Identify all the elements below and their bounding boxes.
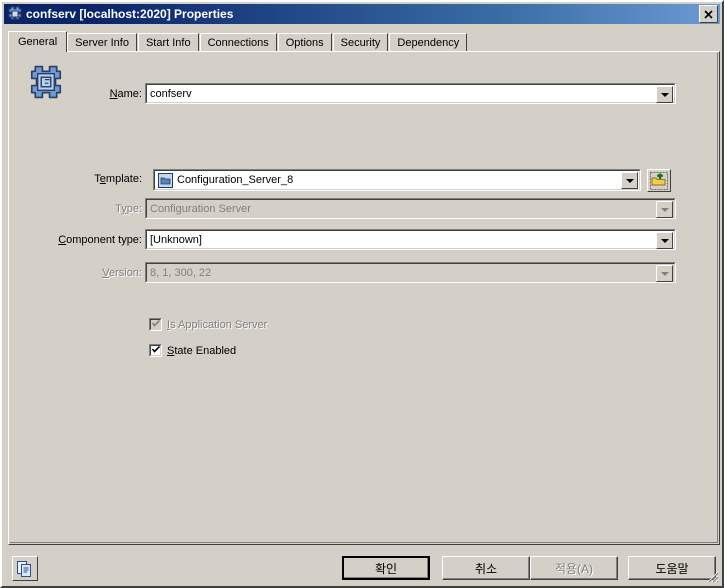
cancel-button-label: 취소	[474, 561, 498, 576]
resize-grip[interactable]	[705, 569, 719, 583]
template-folder-icon	[158, 172, 173, 188]
ok-button-label: 확인	[374, 561, 398, 576]
tab-server-info[interactable]: Server Info	[67, 33, 137, 52]
type-value: Configuration Server	[150, 202, 251, 215]
tab-dependency[interactable]: Dependency	[389, 33, 468, 52]
general-tab-panel	[8, 51, 720, 545]
version-label: Version:	[102, 267, 142, 279]
cancel-button[interactable]: 취소	[442, 556, 530, 580]
template-dropdown-chevron-down-icon[interactable]	[621, 172, 638, 189]
properties-dialog: confserv [localhost:2020] Properties Gen…	[0, 0, 724, 588]
title-bar[interactable]: confserv [localhost:2020] Properties	[4, 4, 720, 24]
window-title: confserv [localhost:2020] Properties	[26, 7, 234, 21]
checkmark-icon	[152, 320, 160, 327]
name-input[interactable]: confserv	[145, 83, 676, 104]
version-dropdown-chevron-down-icon	[656, 265, 673, 282]
state-enabled-checkbox[interactable]	[149, 344, 162, 357]
tab-start-info[interactable]: Start Info	[137, 33, 199, 52]
version-combobox: 8, 1, 300, 22	[145, 262, 676, 283]
help-button[interactable]: 도움말	[628, 556, 716, 580]
is-application-server-label: Is Application Server	[167, 318, 268, 331]
apply-button: 적용(A)	[530, 556, 618, 580]
tab-security[interactable]: Security	[332, 33, 389, 52]
version-value: 8, 1, 300, 22	[150, 266, 212, 279]
close-icon[interactable]	[699, 5, 718, 23]
type-label: Type:	[115, 203, 142, 215]
tab-general[interactable]: General	[8, 31, 68, 52]
close-glyph	[704, 9, 713, 19]
type-combobox: Configuration Server	[145, 198, 676, 219]
name-label: Name:	[109, 88, 142, 100]
component-type-label: Component type:	[58, 234, 142, 246]
template-value: Configuration_Server_8	[177, 174, 294, 186]
template-combobox[interactable]: Configuration_Server_8	[153, 169, 641, 191]
copy-documents-icon	[17, 560, 31, 577]
state-enabled-checkbox-row[interactable]: State Enabled	[149, 344, 236, 357]
ok-button[interactable]: 확인	[342, 556, 430, 580]
tab-connections[interactable]: Connections	[199, 33, 277, 52]
resize-grip-icon	[707, 571, 719, 583]
name-dropdown-chevron-down-icon[interactable]	[656, 86, 673, 103]
component-type-value: [Unknown]	[150, 233, 202, 246]
help-button-label: 도움말	[655, 561, 689, 576]
is-application-server-checkbox-row: Is Application Server	[149, 318, 267, 331]
checkmark-icon	[152, 346, 160, 353]
state-enabled-label: State Enabled	[167, 344, 237, 357]
server-component-icon	[7, 6, 23, 22]
tab-options[interactable]: Options	[277, 33, 332, 52]
apply-button-label: 적용(A)	[554, 561, 594, 576]
tab-strip: General Server Info Start Info Connectio…	[8, 31, 468, 52]
name-value: confserv	[150, 87, 192, 100]
browse-open-icon	[650, 171, 668, 190]
template-label: Template:	[94, 173, 142, 185]
copy-documents-button[interactable]	[12, 556, 38, 581]
is-application-server-checkbox	[149, 318, 162, 331]
template-browse-button[interactable]	[647, 169, 671, 192]
component-type-combobox[interactable]: [Unknown]	[145, 229, 676, 250]
component-type-dropdown-chevron-down-icon[interactable]	[656, 232, 673, 249]
type-dropdown-chevron-down-icon	[656, 201, 673, 218]
